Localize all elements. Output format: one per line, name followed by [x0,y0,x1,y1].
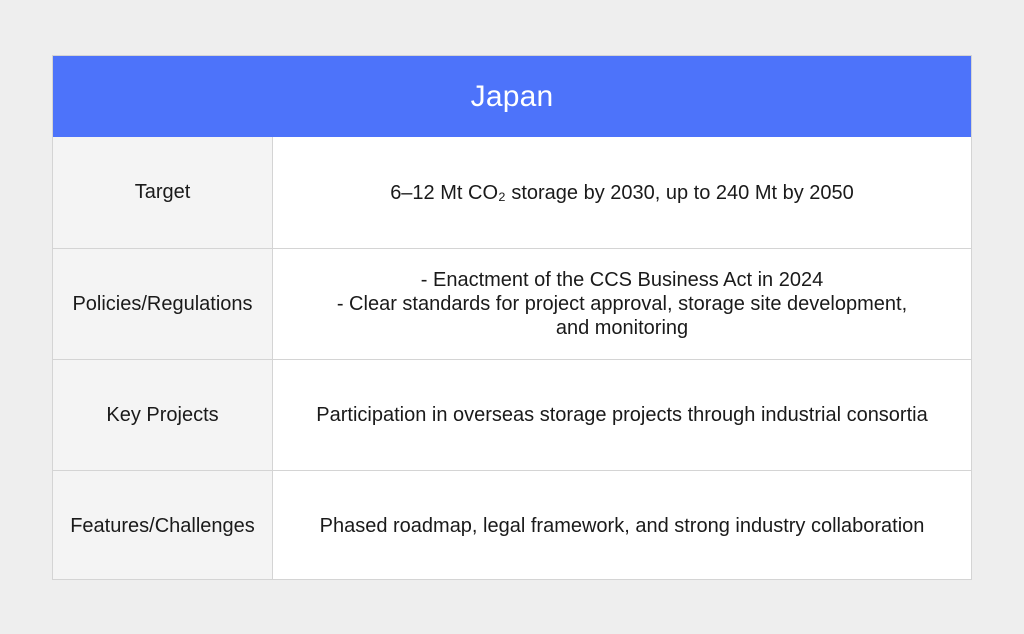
row-value-line: - Enactment of the CCS Business Act in 2… [420,269,824,291]
row-value-line: - Clear standards for project approval, … [336,293,908,315]
row-label-target: Target [53,137,273,248]
table-row-policies: Policies/Regulations - Enactment of the … [53,248,971,359]
row-value-line: and monitoring [555,317,689,339]
table-title: Japan [470,79,554,113]
table-row-target: Target 6–12 Mt CO₂ storage by 2030, up t… [53,137,971,248]
row-value-policies: - Enactment of the CCS Business Act in 2… [273,249,971,359]
table-row-key-projects: Key Projects Participation in overseas s… [53,359,971,470]
row-value-line: 6–12 Mt CO₂ storage by 2030, up to 240 M… [390,181,854,204]
row-label-key-projects: Key Projects [53,360,273,470]
row-value-target: 6–12 Mt CO₂ storage by 2030, up to 240 M… [273,137,971,248]
row-value-key-projects: Participation in overseas storage projec… [273,360,971,470]
row-value-line: Participation in overseas storage projec… [316,404,928,426]
row-label-policies: Policies/Regulations [53,249,273,359]
japan-ccs-table: Japan Target 6–12 Mt CO₂ storage by 2030… [52,55,972,580]
table-row-features: Features/Challenges Phased roadmap, lega… [53,470,971,579]
row-value-features: Phased roadmap, legal framework, and str… [273,471,971,579]
row-label-features: Features/Challenges [53,471,273,579]
row-value-line: Phased roadmap, legal framework, and str… [319,515,925,537]
table-header: Japan [53,56,971,137]
